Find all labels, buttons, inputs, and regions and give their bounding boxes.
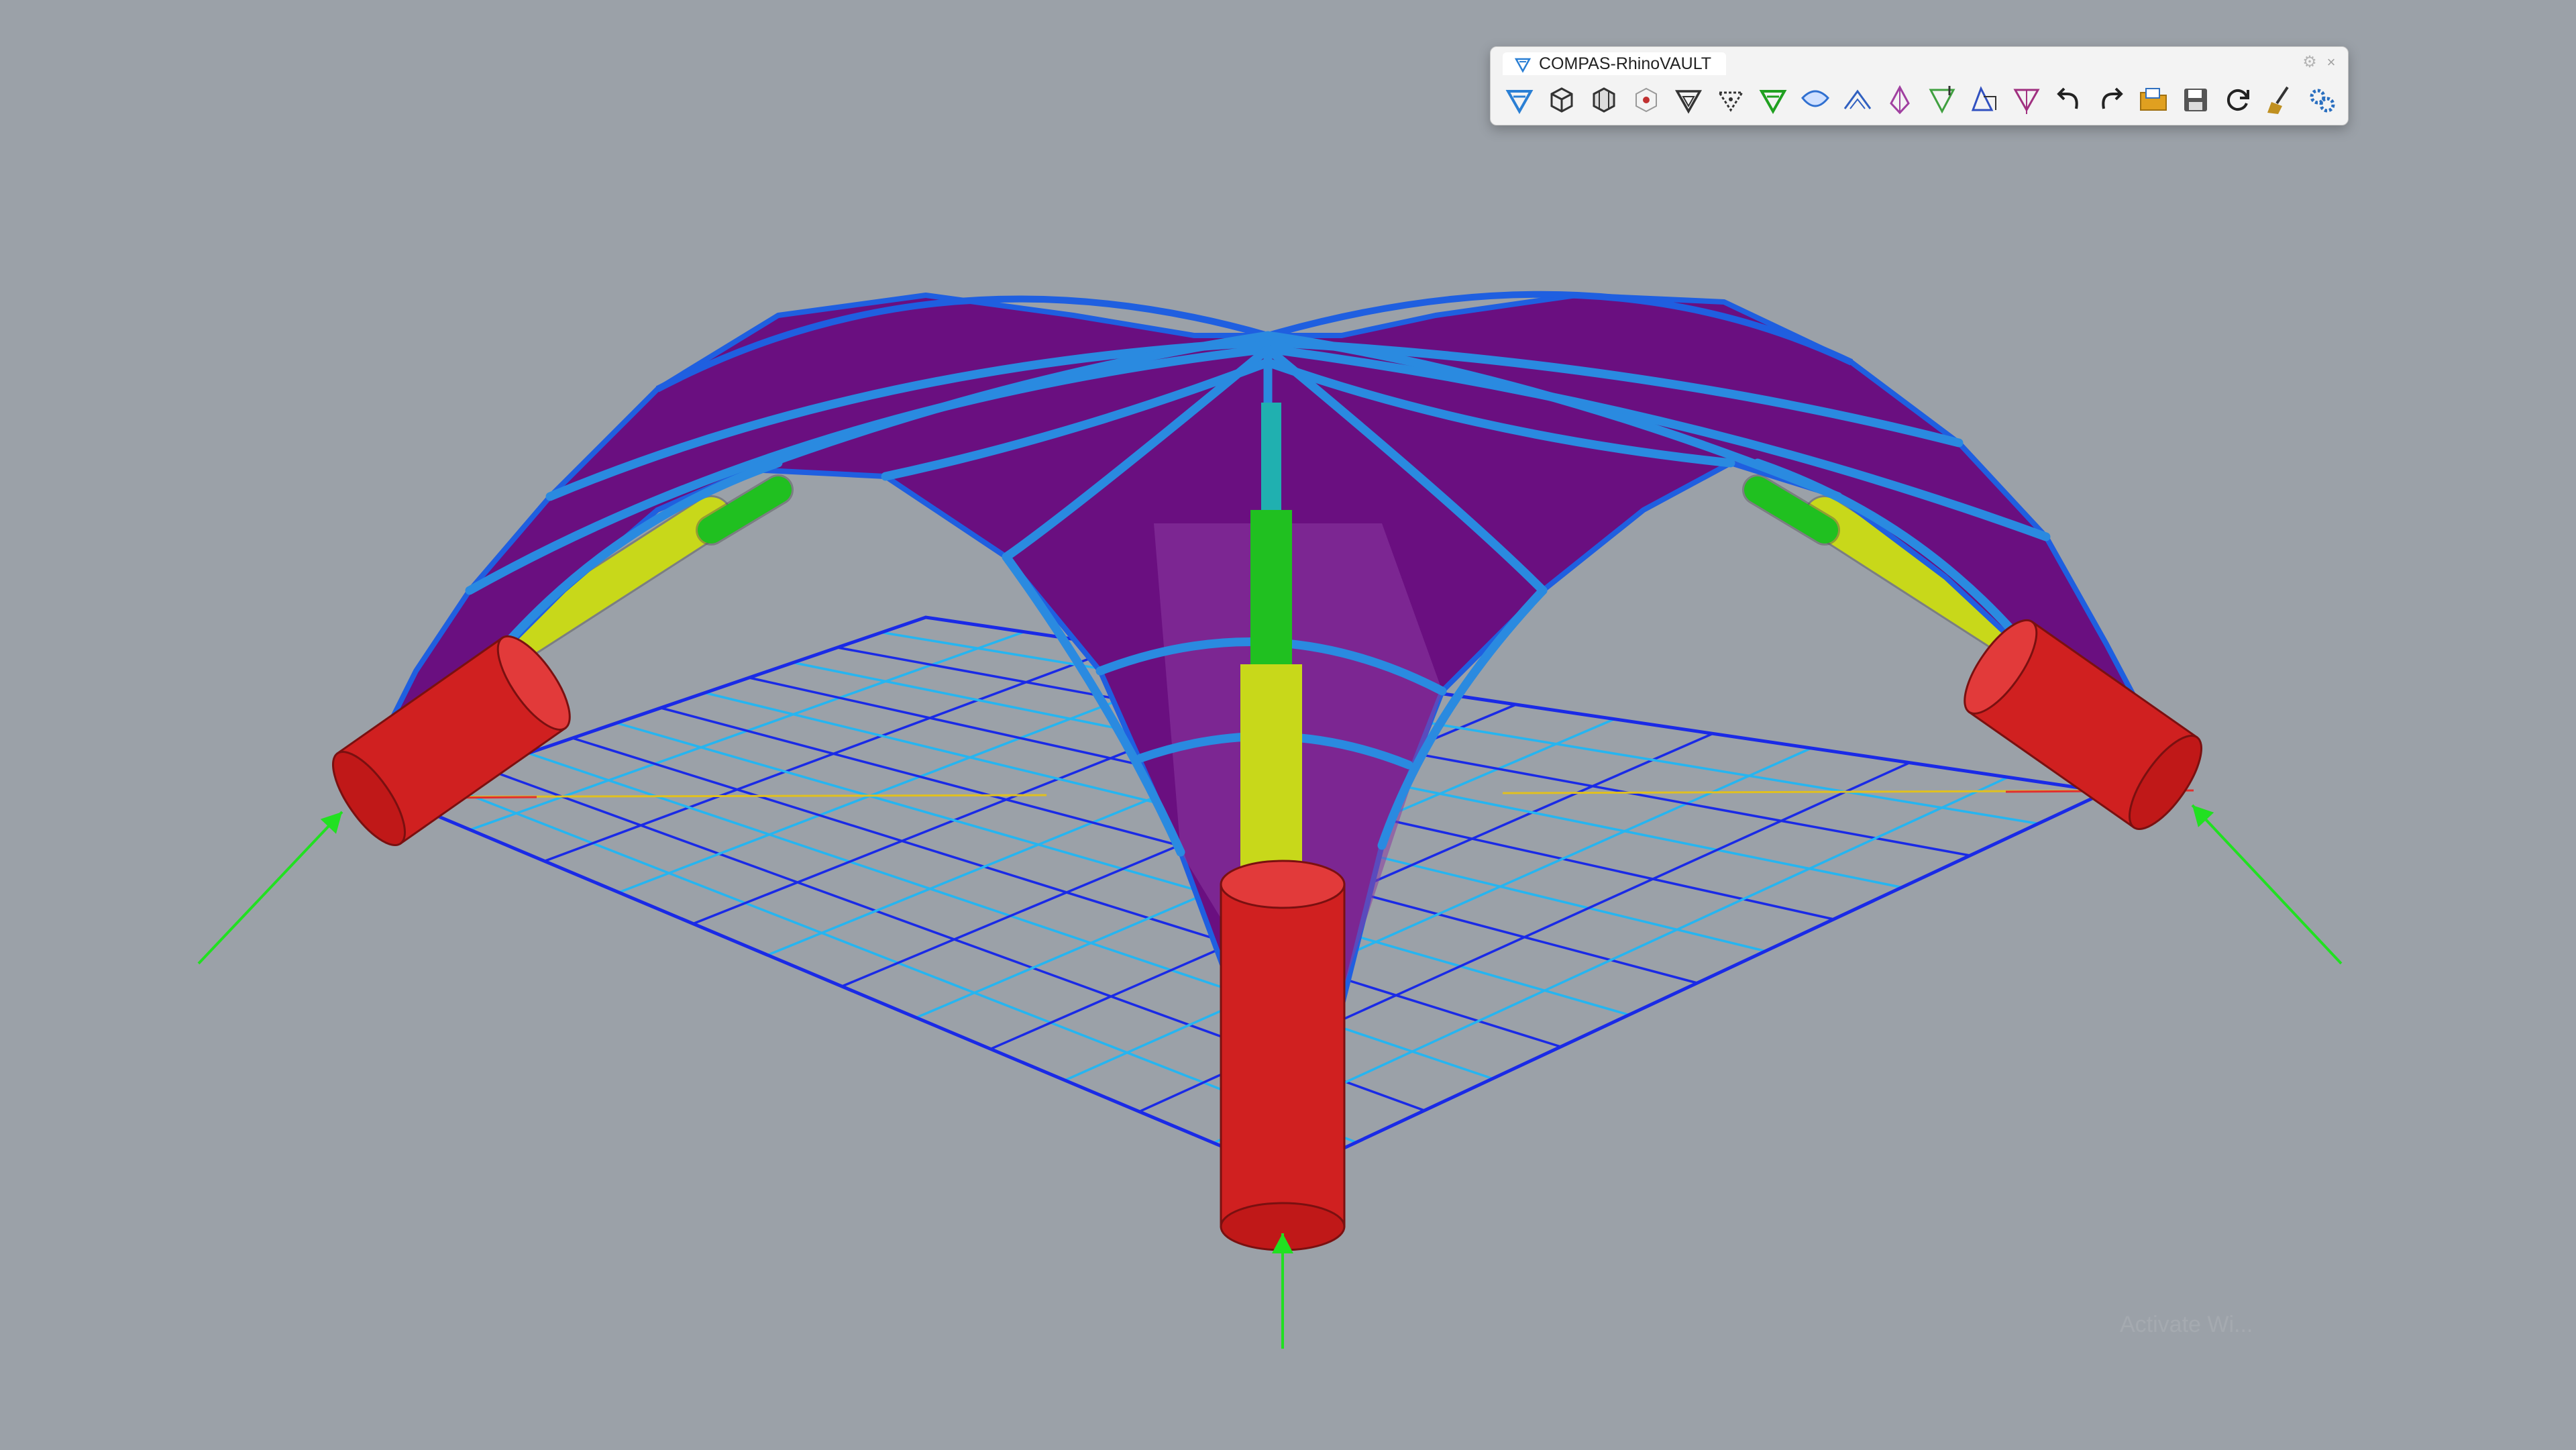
boundary-icon [1629, 83, 1663, 120]
rv-pattern-edit-button[interactable] [1585, 82, 1623, 121]
modify-loads-icon [2010, 83, 2043, 120]
rv-force-button[interactable] [1711, 82, 1750, 121]
rv-tna-vertical-button[interactable] [1796, 82, 1835, 121]
save-disk-icon [2179, 83, 2212, 120]
save-button[interactable] [2176, 82, 2215, 121]
thrust-pipe-left-upper [698, 476, 792, 543]
support-cylinder-center-top [1220, 860, 1346, 909]
settings-gears-icon [2306, 83, 2339, 120]
rv-modify-supports-button[interactable] [1965, 82, 2004, 121]
open-button[interactable] [2134, 82, 2173, 121]
rv-modify-force-button[interactable] [1880, 82, 1919, 121]
redo-icon [2094, 83, 2128, 120]
toolbar-close-icon[interactable]: × [2322, 54, 2340, 71]
box-modify-icon [1587, 83, 1621, 120]
rv-modify-loads-button[interactable] [2007, 82, 2046, 121]
rhinovault-logo-icon [1503, 83, 1536, 120]
rhinovault-logo-icon [1514, 58, 1532, 73]
toolbar-titlebar[interactable]: COMPAS-RhinoVAULT ⚙ × [1491, 47, 2348, 76]
undo-button[interactable] [2049, 82, 2088, 121]
vault-scene[interactable] [0, 0, 2576, 1450]
toolbar-tab[interactable]: COMPAS-RhinoVAULT [1503, 52, 1727, 75]
box-pattern-icon [1545, 83, 1578, 120]
rv-tna-horizontal-button[interactable] [1754, 82, 1792, 121]
modify-thrust-icon [1925, 83, 1959, 120]
rv-form-button[interactable] [1669, 82, 1708, 121]
rhino-viewport[interactable]: Activate Wi... COMPAS-RhinoVAULT ⚙ × [0, 0, 2576, 1450]
redo-button[interactable] [2092, 82, 2131, 121]
broom-icon [2263, 83, 2297, 120]
vertical-equilibrium-icon [1799, 83, 1832, 120]
redraw-button[interactable] [2218, 82, 2257, 121]
rv-pattern-button[interactable] [1542, 82, 1581, 121]
modify-form-icon [1841, 83, 1874, 120]
reaction-arrow-right [2191, 804, 2343, 965]
rv-boundary-button[interactable] [1627, 82, 1666, 121]
toolbar-button-row [1500, 82, 2342, 121]
thrust-pipe-right-upper [1744, 476, 1838, 543]
rhinovault-toolbar[interactable]: COMPAS-RhinoVAULT ⚙ × [1490, 46, 2349, 125]
horizontal-equilibrium-icon [1756, 83, 1790, 120]
support-cylinder-center-body [1220, 883, 1346, 1228]
form-diagram-icon [1672, 83, 1705, 120]
modify-force-icon [1883, 83, 1917, 120]
rv-modify-form-button[interactable] [1838, 82, 1877, 121]
open-folder-icon [2137, 83, 2170, 120]
windows-activation-watermark: Activate Wi... [2120, 1312, 2253, 1337]
rv-init-button[interactable] [1500, 82, 1539, 121]
refresh-icon [2221, 83, 2255, 120]
toolbar-title: COMPAS-RhinoVAULT [1539, 54, 1712, 73]
reaction-arrow-left [197, 811, 343, 965]
settings-button[interactable] [2303, 82, 2342, 121]
rv-modify-thrust-button[interactable] [1923, 82, 1962, 121]
toolbar-settings-icon[interactable]: ⚙ [2301, 54, 2318, 71]
support-cylinder-center [1220, 860, 1346, 1251]
modify-supports-icon [1968, 83, 2001, 120]
clear-button[interactable] [2261, 82, 2300, 121]
undo-icon [2052, 83, 2086, 120]
force-diagram-icon [1714, 83, 1748, 120]
